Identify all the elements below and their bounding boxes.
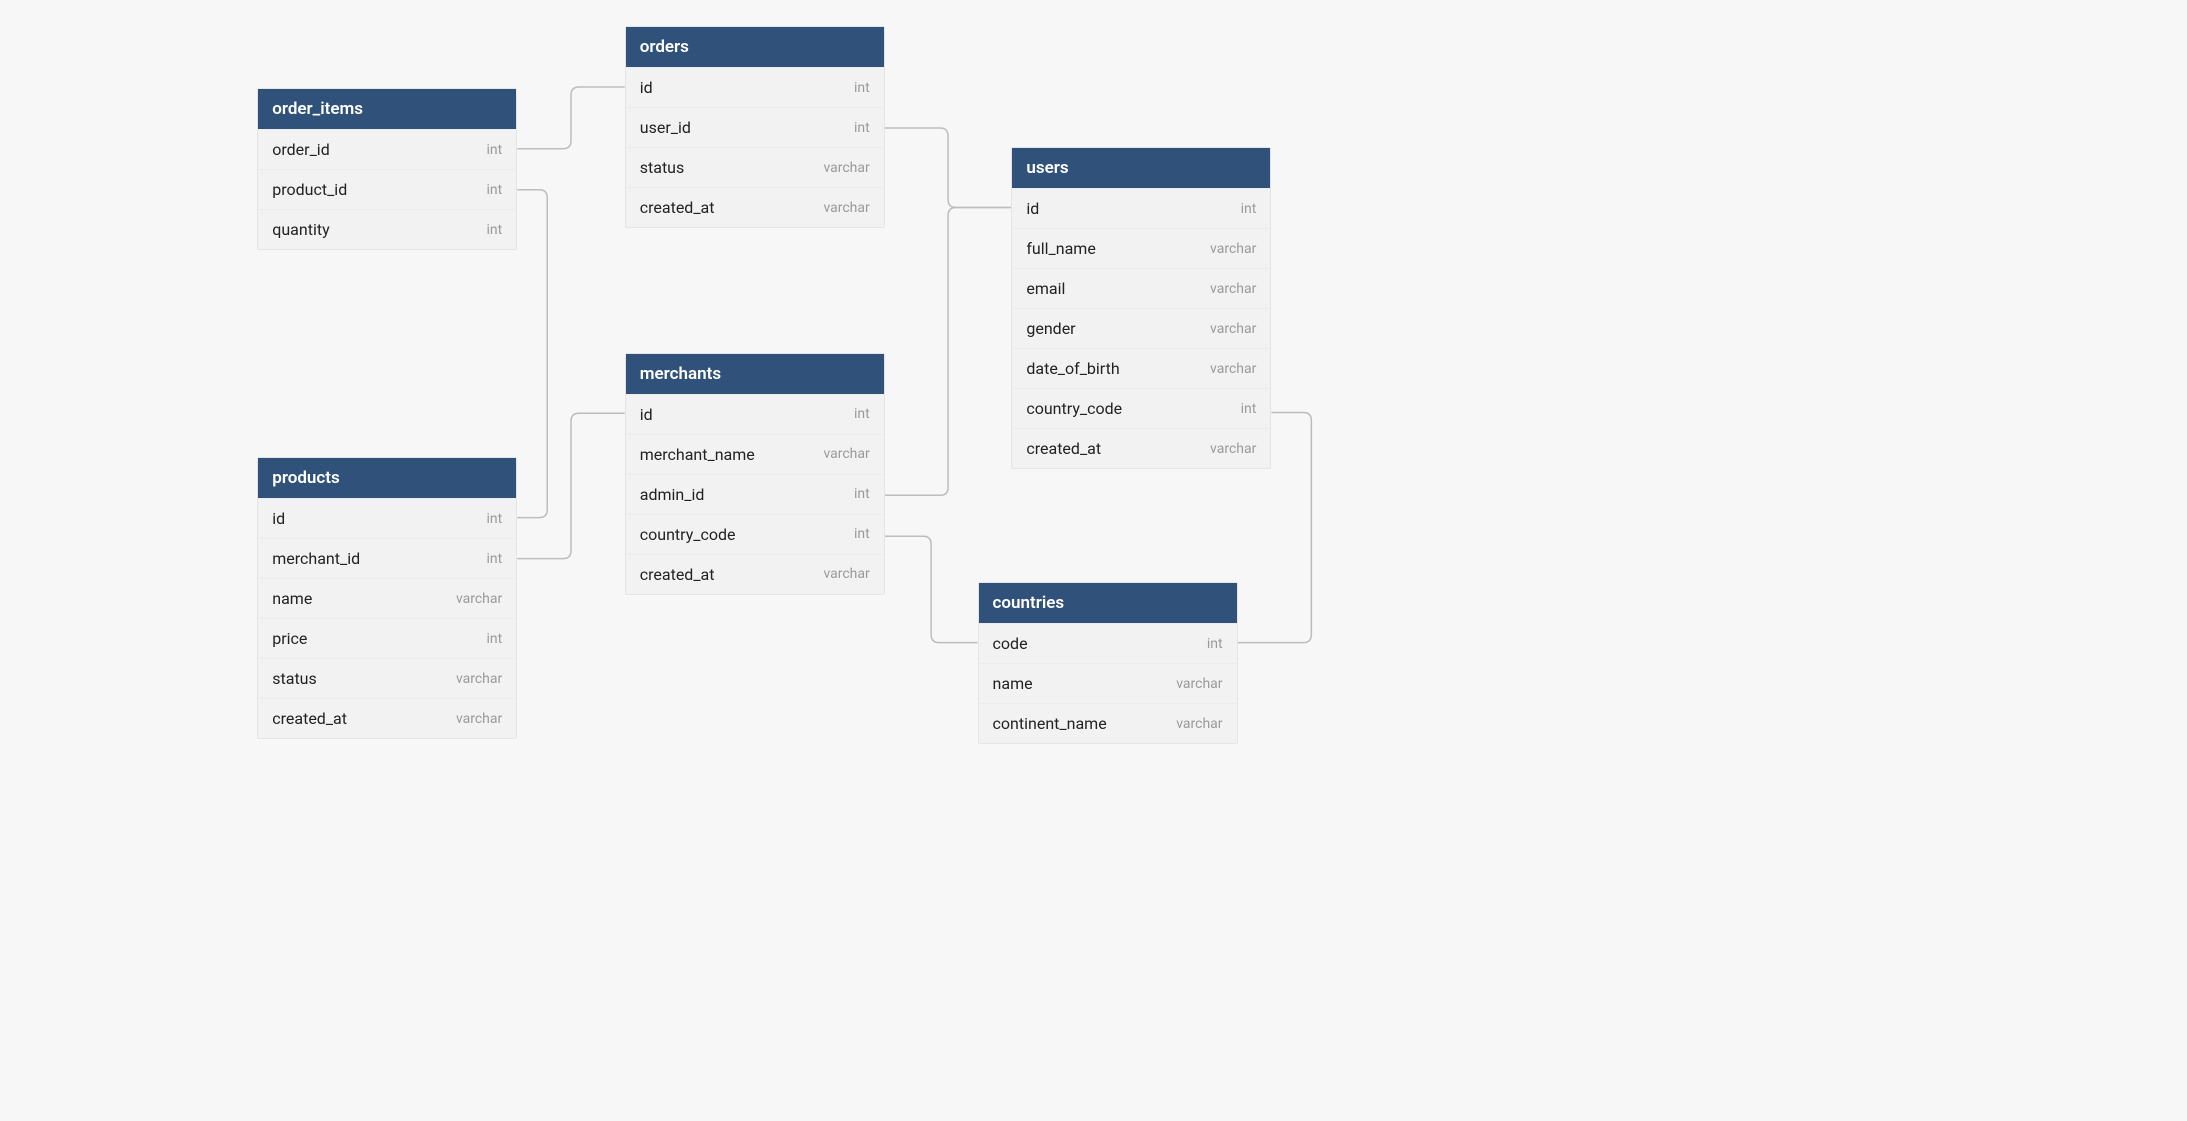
table-countries[interactable]: countriescodeintnamevarcharcontinent_nam… [978,582,1238,744]
column-name: merchant_id [272,549,360,568]
table-merchants[interactable]: merchantsidintmerchant_namevarcharadmin_… [625,353,885,595]
column-name: email [1026,279,1065,298]
column-row[interactable]: id int [1012,188,1270,228]
column-name: status [272,669,317,688]
column-name: gender [1026,319,1075,338]
column-row[interactable]: full_name varchar [1012,228,1270,268]
column-name: order_id [272,140,329,159]
column-type: int [854,526,870,542]
column-type: varchar [823,446,869,462]
column-type: int [487,631,503,647]
column-type: int [854,80,870,96]
column-type: int [854,486,870,502]
column-row[interactable]: user_id int [626,107,884,147]
column-row[interactable]: order_id int [258,129,516,169]
column-type: varchar [1210,441,1256,457]
column-type: varchar [1210,361,1256,377]
column-type: varchar [823,160,869,176]
column-row[interactable]: created_at varchar [626,554,884,594]
column-type: int [854,120,870,136]
column-row[interactable]: name varchar [979,663,1237,703]
column-type: int [487,142,503,158]
table-users[interactable]: usersidintfull_namevarcharemailvarcharge… [1011,147,1271,469]
column-row[interactable]: name varchar [258,578,516,618]
table-products[interactable]: productsidintmerchant_idintnamevarcharpr… [257,457,517,739]
column-name: id [1026,199,1039,218]
column-row[interactable]: id int [626,394,884,434]
column-row[interactable]: id int [258,498,516,538]
column-type: int [1241,201,1257,217]
column-row[interactable]: created_at varchar [626,187,884,227]
column-name: product_id [272,180,347,199]
table-header: order_items [258,89,516,129]
column-name: code [993,634,1028,653]
column-type: varchar [456,671,502,687]
column-type: varchar [1210,321,1256,337]
table-header: users [1012,148,1270,188]
column-row[interactable]: product_id int [258,169,516,209]
column-name: admin_id [640,485,705,504]
column-name: country_code [640,525,736,544]
column-row[interactable]: country_code int [626,514,884,554]
column-row[interactable]: created_at varchar [258,698,516,738]
column-name: price [272,629,307,648]
column-type: varchar [823,200,869,216]
column-type: varchar [1176,676,1222,692]
column-row[interactable]: id int [626,67,884,107]
column-type: varchar [1210,281,1256,297]
column-row[interactable]: price int [258,618,516,658]
table-order_items[interactable]: order_itemsorder_idintproduct_idintquant… [257,88,517,250]
column-row[interactable]: status varchar [258,658,516,698]
column-row[interactable]: email varchar [1012,268,1270,308]
column-name: id [640,78,653,97]
column-row[interactable]: created_at varchar [1012,428,1270,468]
column-row[interactable]: code int [979,623,1237,663]
table-orders[interactable]: ordersidintuser_idintstatusvarcharcreate… [625,26,885,228]
column-name: continent_name [993,714,1107,733]
column-name: created_at [1026,439,1101,458]
column-name: created_at [640,565,715,584]
column-name: date_of_birth [1026,359,1119,378]
column-row[interactable]: admin_id int [626,474,884,514]
column-name: created_at [272,709,347,728]
column-type: int [487,222,503,238]
er-diagram-canvas[interactable]: order_itemsorder_idintproduct_idintquant… [0,0,1480,760]
column-name: user_id [640,118,691,137]
column-name: quantity [272,220,329,239]
column-type: int [487,511,503,527]
column-name: merchant_name [640,445,755,464]
column-name: id [640,405,653,424]
column-row[interactable]: merchant_id int [258,538,516,578]
column-row[interactable]: merchant_name varchar [626,434,884,474]
column-row[interactable]: status varchar [626,147,884,187]
column-row[interactable]: quantity int [258,209,516,249]
column-row[interactable]: gender varchar [1012,308,1270,348]
column-name: created_at [640,198,715,217]
table-header: products [258,458,516,498]
column-name: status [640,158,685,177]
column-name: name [272,589,312,608]
column-type: int [1241,401,1257,417]
column-name: name [993,674,1033,693]
column-row[interactable]: continent_name varchar [979,703,1237,743]
column-type: varchar [456,711,502,727]
column-name: id [272,509,285,528]
table-header: countries [979,583,1237,623]
column-type: int [487,182,503,198]
column-name: country_code [1026,399,1122,418]
column-type: int [1207,636,1223,652]
column-row[interactable]: date_of_birth varchar [1012,348,1270,388]
column-type: varchar [1176,716,1222,732]
column-type: varchar [1210,241,1256,257]
column-name: full_name [1026,239,1095,258]
column-type: int [854,406,870,422]
column-type: int [487,551,503,567]
column-type: varchar [456,591,502,607]
column-type: varchar [823,566,869,582]
column-row[interactable]: country_code int [1012,388,1270,428]
table-header: merchants [626,354,884,394]
table-header: orders [626,27,884,67]
